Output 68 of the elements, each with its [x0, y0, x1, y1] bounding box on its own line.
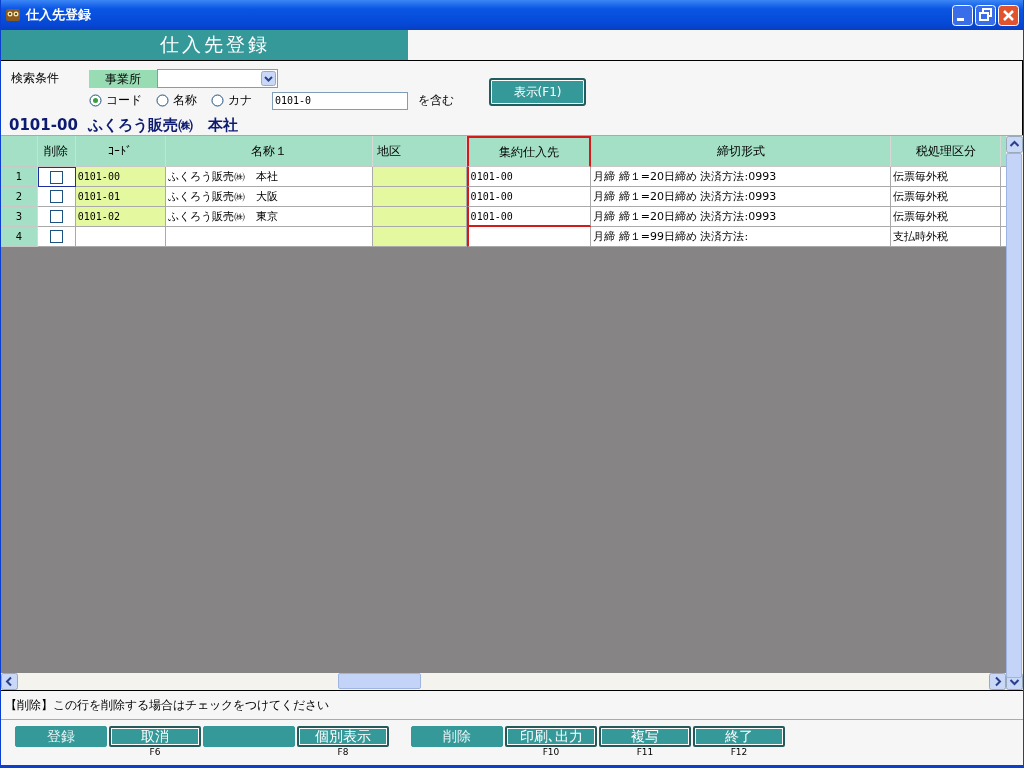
radio-option[interactable]: カナ: [211, 92, 252, 109]
header-corner: [1, 136, 38, 167]
table-cell: 支払時外税: [891, 227, 1001, 247]
scroll-thumb[interactable]: [338, 673, 421, 689]
function-key-label: F10: [542, 747, 560, 758]
help-message: 【削除】この行を削除する場合はチェックをつけてください: [1, 691, 1023, 720]
radio-option[interactable]: 名称: [156, 92, 197, 109]
function-key-label: F6: [149, 747, 161, 758]
column-header: 名称１: [165, 136, 373, 167]
scroll-right-icon[interactable]: [989, 673, 1006, 690]
column-header: 締切形式: [591, 136, 892, 167]
function-key-label: F11: [636, 747, 654, 758]
table-cell: 伝票毎外税: [891, 187, 1001, 207]
table-cell: 0101-00: [466, 207, 592, 227]
search-label: 検索条件: [11, 70, 60, 87]
row-number: 2: [1, 187, 38, 207]
column-header: ｺｰﾄﾞ: [75, 136, 166, 167]
table-cell: ふくろう販売㈱ 本社: [165, 167, 373, 187]
table-cell: 0101-00: [466, 187, 592, 207]
column-header: 集約仕入先: [466, 136, 592, 167]
office-label: 事業所: [89, 69, 157, 88]
table-cell: 月締 締１=99日締め 決済方法:: [591, 227, 892, 247]
table-cell: 0101-00: [75, 167, 166, 187]
radio-button[interactable]: [89, 94, 102, 107]
function-key-button[interactable]: 複写: [599, 726, 691, 747]
table-cell: 0101-00: [466, 167, 592, 187]
app-icon: [5, 7, 21, 23]
column-header: 税処理区分: [891, 136, 1001, 167]
display-button[interactable]: 表示(F1): [489, 78, 586, 106]
row-number: 4: [1, 227, 38, 247]
horizontal-scrollbar[interactable]: [1, 673, 1006, 690]
function-key-button[interactable]: 印刷､出力: [505, 726, 597, 747]
column-header: 地区: [372, 136, 467, 167]
table-cell: 月締 締１=20日締め 決済方法:0993: [591, 167, 892, 187]
checkbox[interactable]: [49, 230, 63, 243]
function-key-label: F12: [730, 747, 748, 758]
function-key-label: F8: [337, 747, 349, 758]
office-dropdown[interactable]: [157, 69, 278, 88]
checkbox[interactable]: [49, 190, 63, 203]
function-key-button[interactable]: 終了: [693, 726, 785, 747]
column-header: 削除: [37, 136, 76, 167]
minimize-button[interactable]: [952, 4, 973, 26]
row-number: 3: [1, 207, 38, 227]
restore-button[interactable]: [975, 4, 996, 26]
table-cell: 月締 締１=20日締め 決済方法:0993: [591, 207, 892, 227]
radio-option[interactable]: コード: [89, 92, 142, 109]
table-cell: ふくろう販売㈱ 東京: [165, 207, 373, 227]
scroll-up-icon[interactable]: [1006, 136, 1023, 153]
table-cell: 月締 締１=20日締め 決済方法:0993: [591, 187, 892, 207]
page-title-banner: 仕入先登録: [1, 30, 408, 60]
search-field[interactable]: 0101-0: [272, 91, 408, 110]
contains-label: を含む: [418, 92, 454, 109]
window-title: 仕入先登録: [26, 6, 91, 24]
checkbox[interactable]: [49, 210, 63, 223]
table-cell: ふくろう販売㈱ 大阪: [165, 187, 373, 207]
table-cell: 0101-02: [75, 207, 166, 227]
record-caption: 0101-00 ふくろう販売㈱ 本社: [1, 115, 1023, 135]
radio-button[interactable]: [211, 94, 224, 107]
function-key-button[interactable]: 個別表示: [297, 726, 389, 747]
function-key-button[interactable]: 取消: [109, 726, 201, 747]
table-cell: 0101-01: [75, 187, 166, 207]
radio-button[interactable]: [156, 94, 169, 107]
row-number: 1: [1, 167, 38, 187]
table-cell: 伝票毎外税: [891, 207, 1001, 227]
close-button[interactable]: [998, 4, 1019, 26]
checkbox[interactable]: [50, 170, 64, 184]
scroll-left-icon[interactable]: [1, 673, 18, 690]
table-cell: 伝票毎外税: [891, 167, 1001, 187]
